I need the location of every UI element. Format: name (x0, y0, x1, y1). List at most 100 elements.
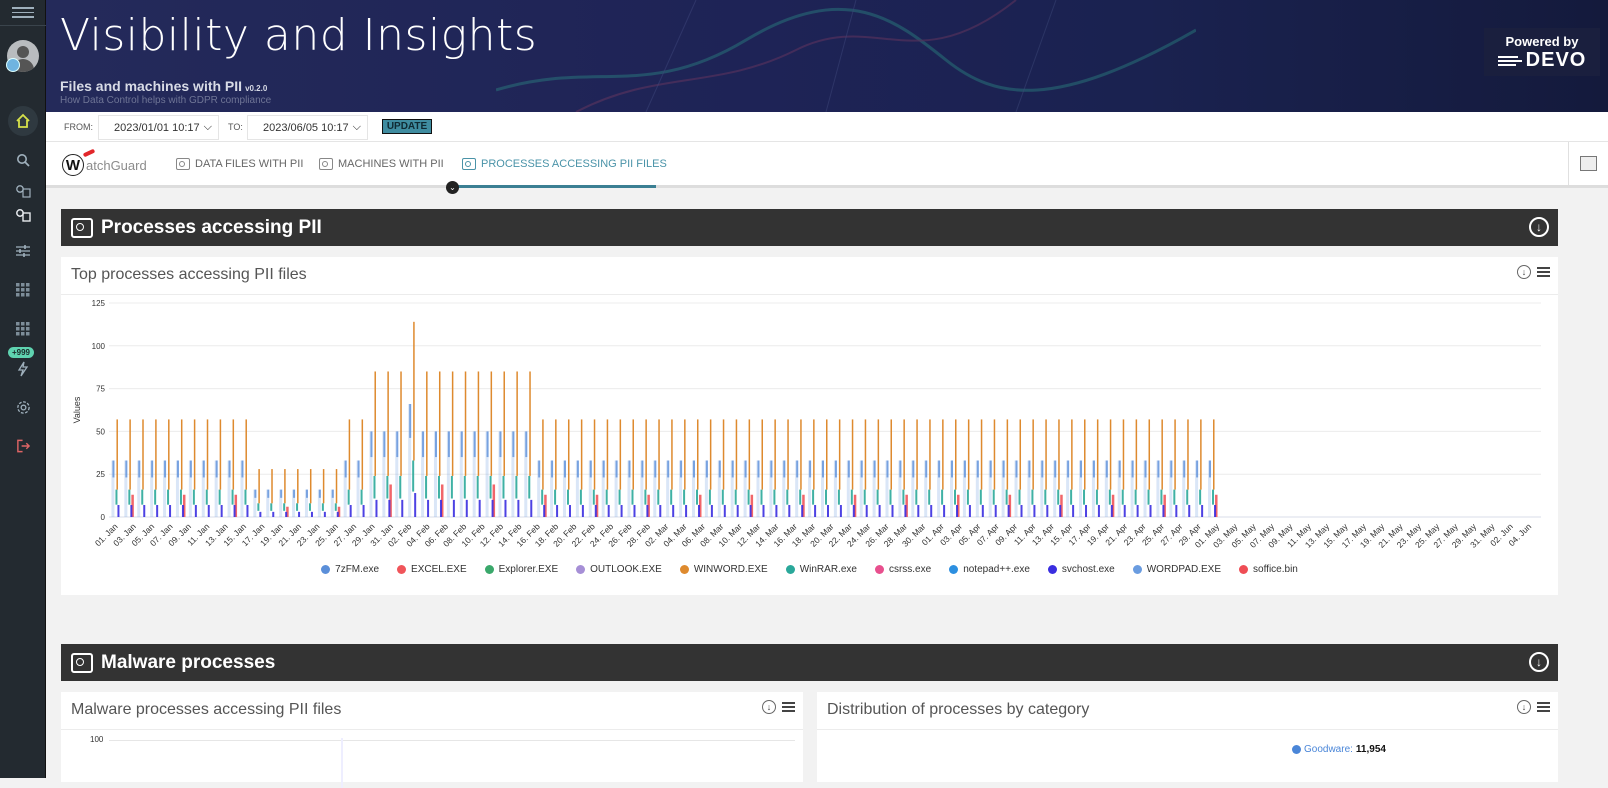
menu-button[interactable] (782, 700, 795, 714)
sidebar-item-apps-2[interactable] (0, 319, 46, 339)
bar-svchost-exe (272, 511, 275, 517)
legend-item[interactable]: svchost.exe (1047, 564, 1115, 575)
hamburger-menu-button[interactable] (0, 0, 46, 26)
bar-winword-exe (464, 371, 467, 476)
menu-button[interactable] (1537, 700, 1550, 714)
bar-winrar-exe (231, 489, 234, 505)
legend-item[interactable]: EXCEL.EXE (397, 564, 467, 575)
bar-svchost-exe (878, 505, 881, 517)
bar-wordpad-exe (1001, 460, 1005, 517)
update-button[interactable]: UPDATE (382, 119, 432, 134)
legend-item[interactable]: OUTLOOK.EXE (576, 564, 662, 575)
from-date-picker[interactable]: 2023/01/01 10:17 ⌵ (98, 115, 219, 140)
bar-winrar-exe (425, 475, 428, 499)
bar-winword-exe (761, 419, 763, 490)
bar-winword-exe (129, 419, 131, 490)
bar-svchost-exe (917, 505, 920, 517)
user-avatar-button[interactable] (0, 34, 46, 78)
y-tick-label: 25 (96, 470, 105, 479)
bar-wordpad-exe (511, 431, 515, 517)
bar-svchost-exe (685, 505, 688, 517)
legend-item[interactable]: notepad++.exe (949, 564, 1030, 575)
bar-wordpad-exe (730, 460, 734, 517)
bar-winrar-exe (347, 489, 350, 505)
legend-item[interactable]: WORDPAD.EXE (1132, 564, 1221, 575)
legend-dot (874, 565, 884, 574)
bar-winword-exe (735, 419, 738, 490)
bar-svchost-exe (220, 505, 223, 517)
legend-label: EXCEL.EXE (411, 564, 467, 575)
tab-collapse-toggle[interactable]: ⌄ (446, 181, 459, 194)
bar-svchost-exe (1046, 505, 1049, 517)
top-processes-panel: Top processes accessing PII files ↓ 0 25 5… (61, 257, 1558, 595)
y-tick-label: 50 (96, 427, 105, 436)
bar-winrar-exe (773, 489, 776, 505)
bar-winword-exe (284, 469, 286, 504)
sidebar-item-alerts[interactable] (0, 360, 46, 378)
bar-svchost-exe (285, 511, 288, 517)
devo-brand: DEVO (1525, 49, 1587, 71)
tab-label: MACHINES WITH PII (338, 158, 444, 170)
document-icon (71, 652, 93, 673)
bar-winrar-exe (1083, 489, 1086, 505)
bar-winrar-exe (386, 475, 389, 499)
screenshot-button[interactable] (1568, 142, 1608, 185)
bar-winrar-exe (257, 503, 260, 511)
sidebar-item-filters[interactable] (0, 242, 46, 260)
sidebar-item-logout[interactable] (0, 437, 46, 455)
download-button[interactable]: ↓ (1517, 265, 1531, 279)
legend-item[interactable]: soffice.bin (1239, 564, 1298, 575)
legend-item[interactable]: csrss.exe (874, 564, 931, 575)
legend-item[interactable]: Explorer.EXE (484, 564, 558, 575)
bar-winrar-exe (747, 489, 750, 505)
tab-processes-accessing-pii-files[interactable]: PROCESSES ACCESSING PII FILES (462, 158, 667, 170)
bar-svchost-exe (633, 505, 636, 517)
download-button[interactable]: ↓ (1517, 700, 1531, 714)
bar-svchost-exe (620, 505, 623, 517)
bar-winrar-exe (915, 489, 918, 505)
bar-wordpad-exe (1208, 460, 1212, 517)
legend-item[interactable]: WinRAR.exe (785, 564, 857, 575)
bar-wordpad-exe (446, 431, 450, 517)
bar-winrar-exe (631, 489, 634, 505)
bar-winword-exe (1187, 419, 1189, 490)
bar-wordpad-exe (808, 460, 812, 517)
collapse-section-button[interactable]: ↓ (1529, 652, 1549, 672)
bar-wordpad-exe (537, 460, 541, 517)
bar-svchost-exe (891, 505, 894, 517)
pie-legend-item-goodware[interactable]: Goodware: 11,954 (1292, 744, 1386, 755)
bar-wordpad-exe (137, 460, 141, 517)
bar-svchost-exe (156, 505, 159, 517)
bar-wordpad-exe (1066, 460, 1070, 517)
tab-label: DATA FILES WITH PII (195, 158, 304, 170)
bar-svchost-exe (736, 505, 739, 517)
bar-wordpad-exe (562, 460, 566, 517)
bar-winrar-exe (695, 489, 698, 505)
bar-winword-exe (696, 419, 699, 490)
bar-svchost-exe (194, 505, 197, 517)
query-icon (16, 185, 31, 198)
menu-button[interactable] (1537, 265, 1550, 279)
sidebar-item-queries[interactable] (0, 182, 46, 200)
bar-wordpad-exe (459, 431, 463, 517)
tab-data-files-with-pii[interactable]: DATA FILES WITH PII (176, 158, 303, 170)
section-title: Processes accessing PII (101, 216, 322, 238)
top-processes-chart: 0255075100125Values01. Jan03. Jan05. Jan… (72, 299, 1541, 550)
bar-winword-exe (1174, 419, 1176, 490)
bar-svchost-exe (904, 505, 907, 517)
sidebar-item-settings[interactable] (0, 398, 46, 416)
sidebar-item-search[interactable] (0, 150, 46, 170)
watchguard-text: atchGuard (86, 157, 147, 173)
legend-item[interactable]: 7zFM.exe (321, 564, 379, 575)
tab-machines-with-pii[interactable]: MACHINES WITH PII (319, 158, 444, 170)
legend-item[interactable]: WINWORD.EXE (679, 564, 768, 575)
image-icon (1580, 156, 1597, 171)
sidebar-item-apps[interactable] (0, 280, 46, 300)
bar-wordpad-exe (175, 460, 179, 517)
download-button[interactable]: ↓ (762, 700, 776, 714)
bar-winword-exe (645, 419, 647, 490)
sidebar-item-home[interactable] (0, 106, 46, 136)
collapse-section-button[interactable]: ↓ (1529, 217, 1549, 237)
to-date-picker[interactable]: 2023/06/05 10:17 ⌵ (247, 115, 368, 140)
sidebar-item-saved-queries[interactable] (0, 206, 46, 224)
